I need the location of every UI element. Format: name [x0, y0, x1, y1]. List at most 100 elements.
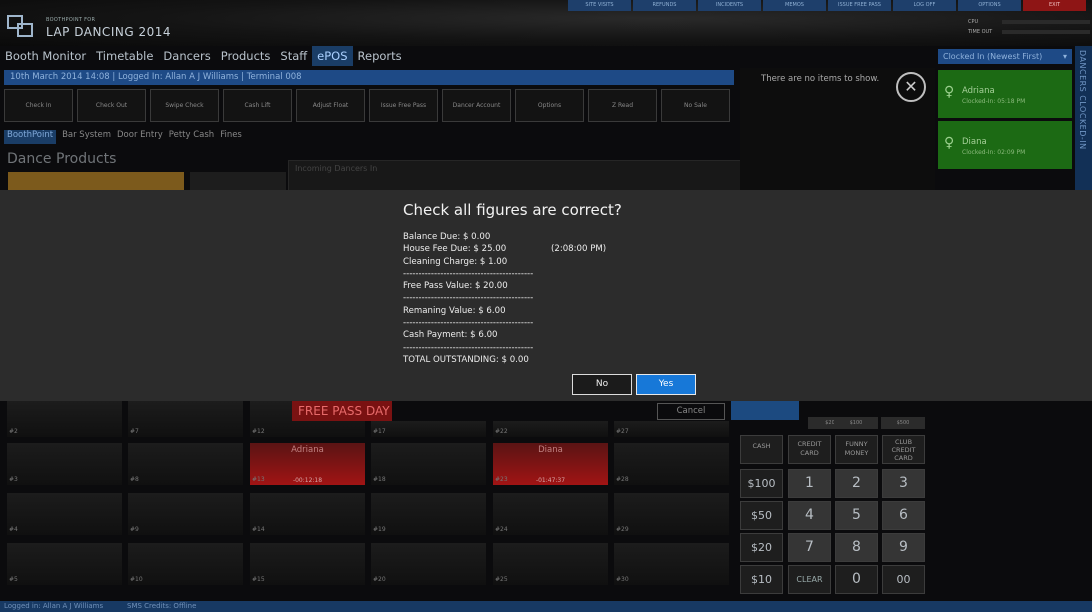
booth-tile[interactable]: #4: [7, 493, 122, 535]
tab-door-entry[interactable]: Door Entry: [117, 130, 163, 144]
issue-free-pass-button[interactable]: ISSUE FREE PASS: [828, 0, 891, 11]
double-zero-button[interactable]: 00: [882, 565, 925, 594]
dance-products-title: Dance Products: [7, 151, 117, 167]
digit-2-button[interactable]: 2: [835, 469, 878, 498]
site-visits-button[interactable]: SITE VISITS: [568, 0, 631, 11]
refunds-button[interactable]: REFUNDS: [633, 0, 696, 11]
tab-boothpoint[interactable]: BoothPoint: [4, 130, 57, 144]
dance-product-tile[interactable]: [190, 172, 286, 192]
cancel-button[interactable]: Cancel: [657, 403, 725, 420]
z-read-button[interactable]: Z Read: [588, 89, 657, 122]
app-logo-icon: [7, 15, 33, 37]
menu-products[interactable]: Products: [216, 46, 276, 66]
booth-tile[interactable]: #27: [614, 421, 729, 437]
booth-number: #4: [9, 526, 18, 533]
no-button[interactable]: No: [572, 374, 632, 395]
digit-8-button[interactable]: 8: [835, 533, 878, 562]
booth-tile[interactable]: #20: [371, 543, 486, 585]
swipe-check-button[interactable]: Swipe Check: [150, 89, 219, 122]
incidents-button[interactable]: INCIDENTS: [698, 0, 761, 11]
booth-tile[interactable]: #24: [493, 493, 608, 535]
booth-number: #2: [9, 428, 18, 435]
booth-tile-occupied[interactable]: Adriana -00:12:18 #13: [250, 443, 365, 485]
funny-money-tender-button[interactable]: FUNNY MONEY: [835, 435, 878, 464]
booth-tile-occupied[interactable]: Diana -01:47:37 #23: [493, 443, 608, 485]
booth-tile[interactable]: #9: [128, 493, 243, 535]
digit-6-button[interactable]: 6: [882, 501, 925, 530]
no-sale-button[interactable]: No Sale: [661, 89, 730, 122]
digit-3-button[interactable]: 3: [882, 469, 925, 498]
dancer-card[interactable]: ♀ Diana Clocked-In: 02:09 PM: [938, 121, 1072, 169]
booth-number: #23: [495, 476, 508, 483]
dancer-account-button[interactable]: Dancer Account: [442, 89, 511, 122]
booth-tile[interactable]: #22: [493, 421, 608, 437]
menu-booth-monitor[interactable]: Booth Monitor: [0, 46, 91, 66]
booth-tile[interactable]: #15: [250, 543, 365, 585]
separator: ----------------------------------------…: [403, 342, 534, 353]
booth-tile[interactable]: #14: [250, 493, 365, 535]
cash-tender-button[interactable]: CASH: [740, 435, 783, 464]
booth-tile[interactable]: #30: [614, 543, 729, 585]
digit-4-button[interactable]: 4: [788, 501, 831, 530]
menu-epos[interactable]: ePOS: [312, 46, 353, 66]
digit-7-button[interactable]: 7: [788, 533, 831, 562]
options-button[interactable]: OPTIONS: [958, 0, 1021, 11]
exit-button[interactable]: EXIT: [1023, 0, 1086, 11]
digit-0-button[interactable]: 0: [835, 565, 878, 594]
credit-card-tender-button[interactable]: CREDIT CARD: [788, 435, 831, 464]
booth-tile[interactable]: #10: [128, 543, 243, 585]
epos-subtabs: BoothPoint Bar System Door Entry Petty C…: [4, 130, 242, 144]
close-icon[interactable]: ✕: [896, 72, 926, 102]
dancers-clocked-in-tab[interactable]: DANCERS CLOCKED-IN: [1075, 46, 1092, 194]
menu-reports[interactable]: Reports: [353, 46, 407, 66]
check-out-button[interactable]: Check Out: [77, 89, 146, 122]
tab-fines[interactable]: Fines: [220, 130, 242, 144]
check-in-button[interactable]: Check In: [4, 89, 73, 122]
log-off-button[interactable]: LOG OFF: [893, 0, 956, 11]
separator: ----------------------------------------…: [403, 318, 534, 329]
cpu-meter: CPU: [968, 19, 1090, 25]
booth-tile[interactable]: #7: [128, 401, 243, 437]
booth-tile[interactable]: #18: [371, 443, 486, 485]
menu-timetable[interactable]: Timetable: [91, 46, 158, 66]
booth-tile[interactable]: #29: [614, 493, 729, 535]
digit-5-button[interactable]: 5: [835, 501, 878, 530]
clear-button[interactable]: CLEAR: [788, 565, 831, 594]
dance-product-tile[interactable]: [8, 172, 184, 192]
yes-button[interactable]: Yes: [636, 374, 696, 395]
menu-dancers[interactable]: Dancers: [158, 46, 215, 66]
booth-number: #15: [252, 576, 265, 583]
issue-free-pass-action-button[interactable]: Issue Free Pass: [369, 89, 438, 122]
confirm-button[interactable]: [731, 401, 799, 420]
tab-petty-cash[interactable]: Petty Cash: [169, 130, 214, 144]
memos-button[interactable]: MEMOS: [763, 0, 826, 11]
booth-tile[interactable]: #5: [7, 543, 122, 585]
session-info-bar: 10th March 2014 14:08 | Logged In: Allan…: [4, 70, 734, 85]
tab-bar-system[interactable]: Bar System: [62, 130, 111, 144]
options-action-button[interactable]: Options: [515, 89, 584, 122]
sort-dropdown[interactable]: Clocked In (Newest First) ▾: [938, 49, 1072, 64]
booth-tile[interactable]: #2: [7, 401, 122, 437]
status-bar: Logged in: Allan A J Williams SMS Credit…: [0, 601, 1092, 612]
amount-100-button[interactable]: $100: [740, 469, 783, 498]
booth-tile[interactable]: #28: [614, 443, 729, 485]
booth-tile[interactable]: #25: [493, 543, 608, 585]
club-credit-card-button[interactable]: CLUB CREDIT CARD: [882, 435, 925, 464]
digit-9-button[interactable]: 9: [882, 533, 925, 562]
quick-amount-button[interactable]: $500: [881, 417, 925, 429]
booth-tile[interactable]: #17: [371, 421, 486, 437]
dancer-card[interactable]: ♀ Adriana Clocked-In: 05:18 PM: [938, 70, 1072, 118]
cash-lift-button[interactable]: Cash Lift: [223, 89, 292, 122]
booth-tile[interactable]: #8: [128, 443, 243, 485]
booth-tile[interactable]: #19: [371, 493, 486, 535]
amount-20-button[interactable]: $20: [740, 533, 783, 562]
amount-50-button[interactable]: $50: [740, 501, 783, 530]
quick-amount-button[interactable]: $100: [834, 417, 878, 429]
amount-10-button[interactable]: $10: [740, 565, 783, 594]
separator: ----------------------------------------…: [403, 268, 534, 279]
adjust-float-button[interactable]: Adjust Float: [296, 89, 365, 122]
digit-1-button[interactable]: 1: [788, 469, 831, 498]
free-pass-day-banner: FREE PASS DAY: [292, 401, 392, 421]
booth-tile[interactable]: #3: [7, 443, 122, 485]
menu-staff[interactable]: Staff: [275, 46, 312, 66]
